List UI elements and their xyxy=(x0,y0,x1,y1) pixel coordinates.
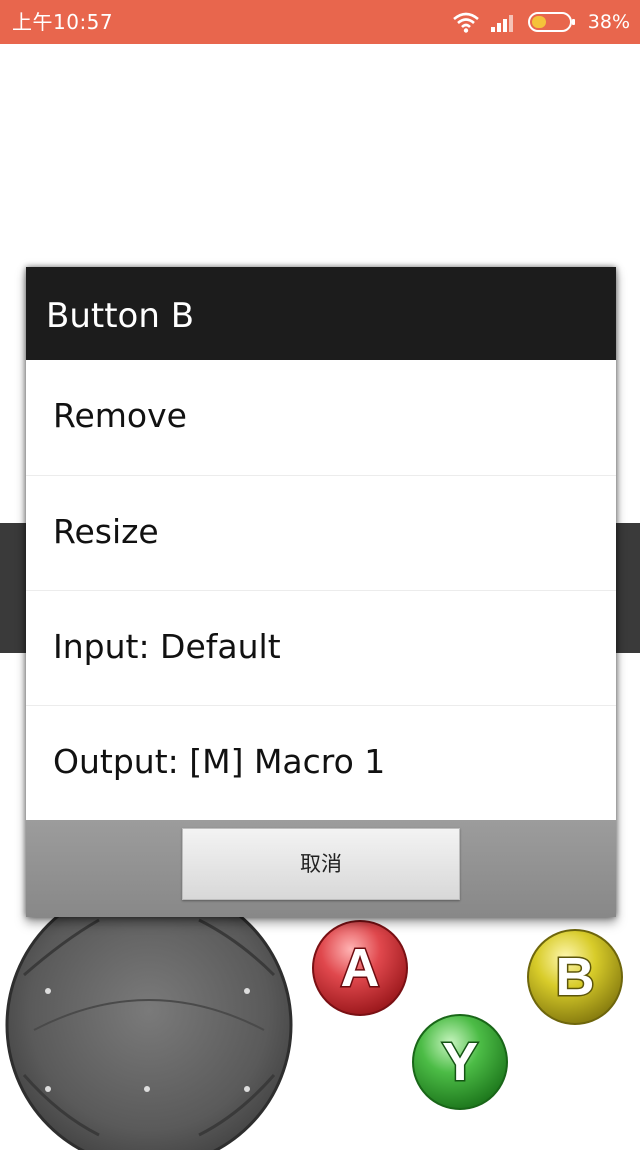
game-button-y-label: Y xyxy=(442,1032,478,1092)
status-time: 上午10:57 xyxy=(12,10,114,34)
menu-item-label: Output: [M] Macro 1 xyxy=(53,742,386,781)
menu-item-label: Remove xyxy=(53,396,187,435)
game-button-a[interactable]: A xyxy=(310,918,410,1018)
joystick-dpad-icon[interactable] xyxy=(4,880,294,1154)
button-options-dialog: Button B Remove Resize Input: Default Ou… xyxy=(26,267,616,917)
game-button-b-label: B xyxy=(556,947,595,1007)
battery-percent: 38% xyxy=(587,11,630,33)
game-button-b[interactable]: B xyxy=(525,927,625,1027)
cancel-button[interactable]: 取消 xyxy=(182,828,460,900)
menu-item-resize[interactable]: Resize xyxy=(26,475,616,590)
menu-item-label: Resize xyxy=(53,512,159,551)
status-icons: 38% xyxy=(452,9,630,35)
game-button-a-label: A xyxy=(341,938,380,998)
menu-item-output[interactable]: Output: [M] Macro 1 xyxy=(26,705,616,820)
game-button-y[interactable]: Y xyxy=(410,1012,510,1112)
battery-icon xyxy=(527,11,576,33)
menu-item-label: Input: Default xyxy=(53,627,281,666)
signal-icon xyxy=(490,11,518,33)
status-bar: 上午10:57 38% xyxy=(0,0,640,44)
menu-item-remove[interactable]: Remove xyxy=(26,360,616,475)
dialog-options-list: Remove Resize Input: Default Output: [M]… xyxy=(26,360,616,820)
menu-item-input[interactable]: Input: Default xyxy=(26,590,616,705)
wifi-icon xyxy=(452,11,480,33)
dialog-footer: 取消 xyxy=(26,820,616,917)
dialog-header: Button B xyxy=(26,267,616,360)
dialog-title: Button B xyxy=(46,296,195,336)
